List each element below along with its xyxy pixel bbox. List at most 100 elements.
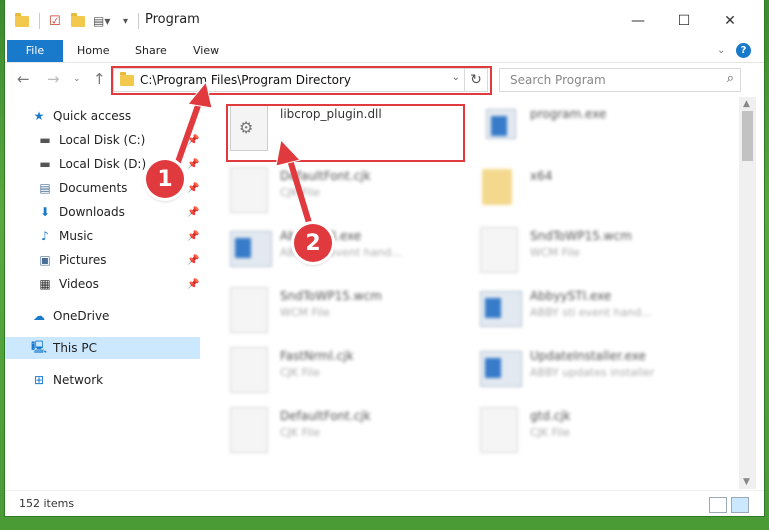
nav-videos[interactable]: ▦ Videos 📌: [37, 273, 232, 295]
nav-music[interactable]: ♪ Music 📌: [37, 225, 232, 247]
file-defaultfont-cjk[interactable]: DefaultFont.cjk CJK File: [210, 159, 450, 215]
nav-label: OneDrive: [53, 309, 110, 323]
scroll-down-icon[interactable]: ▼: [743, 477, 750, 487]
details-view-icon[interactable]: [709, 497, 727, 513]
pin-icon: 📌: [187, 206, 200, 218]
search-input[interactable]: [508, 69, 712, 91]
vertical-scrollbar[interactable]: ▲ ▼: [739, 97, 756, 489]
tab-file[interactable]: File: [7, 40, 63, 62]
file-name: program.exe: [530, 107, 607, 121]
exe-icon: [480, 351, 522, 387]
file-type: CJK File: [530, 426, 571, 439]
nav-local-disk-c[interactable]: ▬ Local Disk (C:) 📌: [37, 129, 232, 151]
file-fastnrml-cjk[interactable]: FastNrml.cjk CJK File: [210, 339, 450, 395]
back-arrow-icon[interactable]: ←: [17, 70, 30, 88]
file-type: ABBY sti event hand...: [530, 306, 652, 319]
nav-label: Videos: [59, 277, 99, 291]
pin-icon: 📌: [187, 134, 200, 146]
recent-locations-icon[interactable]: ⌄: [73, 74, 81, 84]
folder-icon[interactable]: [15, 12, 29, 30]
tab-home[interactable]: Home: [77, 40, 109, 62]
nav-documents[interactable]: ▤ Documents 📌: [37, 177, 232, 199]
explorer-window: ☑ ▤▾ ▾ Program — ☐ ✕ File Home Share Vie…: [5, 0, 764, 516]
file-updateinstaller-exe[interactable]: UpdateInstaller.exe ABBY updates install…: [460, 339, 700, 395]
music-icon: ♪: [41, 229, 49, 243]
pin-icon: 📌: [187, 230, 200, 242]
file-type: ABBY updates installer: [530, 366, 655, 379]
close-button[interactable]: ✕: [707, 8, 753, 34]
nav-this-pc[interactable]: 🖳 This PC: [5, 337, 200, 359]
nav-label: Network: [53, 373, 104, 387]
drive-icon: ▬: [39, 133, 51, 147]
file-name: UpdateInstaller.exe: [530, 349, 646, 363]
forward-arrow-icon[interactable]: →: [47, 70, 60, 88]
videos-icon: ▦: [39, 277, 51, 291]
file-icon: [480, 407, 518, 453]
file-icon: [480, 227, 518, 273]
nav-label: Pictures: [59, 253, 107, 267]
file-sndtowp15-wcm[interactable]: SndToWP15.wcm WCM File: [210, 279, 450, 335]
chevron-down-icon[interactable]: ⌄: [717, 40, 725, 62]
pin-icon: 📌: [187, 278, 200, 290]
search-icon: ⌕: [726, 71, 734, 86]
file-type: WCM File: [530, 246, 580, 259]
file-program-exe[interactable]: program.exe: [460, 97, 700, 153]
nav-downloads[interactable]: ⬇ Downloads 📌: [37, 201, 232, 223]
pin-icon: 📌: [187, 254, 200, 266]
nav-label: Downloads: [59, 205, 125, 219]
separator: [39, 12, 40, 30]
nav-onedrive[interactable]: ☁ OneDrive: [31, 305, 226, 327]
up-arrow-icon[interactable]: ↑: [93, 70, 106, 88]
properties-icon[interactable]: ☑: [49, 12, 61, 30]
nav-local-disk-d[interactable]: ▬ Local Disk (D:) 📌: [37, 153, 232, 175]
nav-quick-access[interactable]: ★ Quick access: [31, 105, 226, 127]
folder-x64[interactable]: x64: [460, 159, 700, 215]
tab-view[interactable]: View: [193, 40, 219, 62]
nav-network[interactable]: ⊞ Network: [31, 369, 226, 391]
minimize-button[interactable]: —: [615, 8, 661, 34]
pin-icon: 📌: [187, 158, 200, 170]
pin-icon: 📌: [187, 182, 200, 194]
file-name: gtd.cjk: [530, 409, 571, 423]
nav-label: Local Disk (C:): [59, 133, 146, 147]
window-title: Program: [145, 12, 200, 27]
new-folder-icon[interactable]: [71, 12, 85, 30]
help-icon[interactable]: ?: [736, 43, 751, 58]
file-gtd-cjk[interactable]: gtd.cjk CJK File: [460, 399, 700, 455]
ribbon-tabs: File Home Share View ⌄ ?: [5, 40, 764, 63]
title-bar: ☑ ▤▾ ▾ Program — ☐ ✕: [5, 0, 764, 40]
file-type: CJK File: [280, 186, 321, 199]
pictures-icon: ▣: [39, 253, 51, 267]
nav-pictures[interactable]: ▣ Pictures 📌: [37, 249, 232, 271]
exe-icon: [486, 109, 516, 139]
status-bar: 152 items: [5, 490, 764, 517]
scroll-up-icon[interactable]: ▲: [743, 99, 750, 109]
maximize-button[interactable]: ☐: [661, 8, 707, 34]
file-sndtowp15-wcm[interactable]: SndToWP15.wcm WCM File: [460, 219, 700, 275]
file-type: CJK File: [280, 426, 321, 439]
file-icon: [230, 407, 268, 453]
file-name: FastNrml.cjk: [280, 349, 354, 363]
customize-toolbar-icon[interactable]: ▾: [123, 12, 128, 30]
file-name: SndToWP15.wcm: [280, 289, 382, 303]
file-name: AbbyySTI.exe: [530, 289, 612, 303]
callout-step-2: 2: [294, 224, 332, 262]
nav-label: This PC: [53, 341, 97, 355]
file-defaultfont-cjk[interactable]: DefaultFont.cjk CJK File: [210, 399, 450, 455]
download-icon: ⬇: [39, 205, 51, 219]
documents-icon: ▤: [39, 181, 51, 195]
navigation-pane: ★ Quick access ▬ Local Disk (C:) 📌 ▬ Loc…: [5, 97, 205, 477]
file-name: SndToWP15.wcm: [530, 229, 632, 243]
view-options-icon[interactable]: ▤▾: [93, 12, 110, 30]
search-box[interactable]: ⌕: [499, 68, 741, 92]
scroll-thumb[interactable]: [742, 111, 753, 161]
file-abbyysti-exe[interactable]: AbbyySTI.exe ABBY sti event hand...: [460, 279, 700, 335]
tab-share[interactable]: Share: [135, 40, 167, 62]
file-name: DefaultFont.cjk: [280, 409, 371, 423]
exe-icon: [230, 231, 272, 267]
separator: [138, 12, 139, 30]
file-name: x64: [530, 169, 553, 183]
file-icon: [230, 287, 268, 333]
file-highlight-box: [226, 104, 465, 162]
large-icons-view-icon[interactable]: [731, 497, 749, 513]
